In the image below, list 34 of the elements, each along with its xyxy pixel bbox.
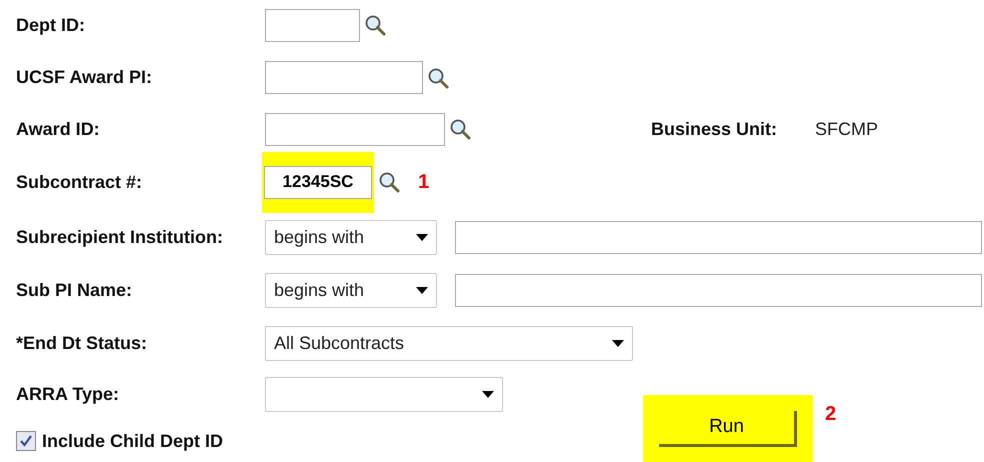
operator-dropdown[interactable]: begins with	[265, 272, 437, 308]
field-label: UCSF Award PI:	[16, 67, 152, 87]
run-button[interactable]: Run	[659, 411, 797, 447]
field-label: Award ID:	[16, 118, 100, 138]
step-number: 1	[418, 170, 430, 195]
caret-icon	[416, 286, 428, 294]
search-icon[interactable]	[364, 14, 386, 36]
field-label: Subcontract #:	[16, 172, 142, 192]
checkbox[interactable]	[16, 431, 36, 451]
field-label: ARRA Type:	[16, 384, 119, 404]
field-label: Dept ID:	[16, 14, 85, 34]
text-field[interactable]	[265, 8, 360, 42]
operator-dropdown[interactable]: begins with	[265, 220, 437, 254]
field-value: SFCMP	[815, 118, 878, 140]
dropdown[interactable]: All Subcontracts	[265, 326, 633, 360]
check-icon	[19, 434, 33, 448]
caret-icon	[416, 234, 428, 240]
text-field[interactable]	[265, 61, 423, 94]
caret-icon	[482, 390, 494, 398]
dropdown[interactable]	[265, 376, 503, 412]
search-icon[interactable]	[427, 66, 449, 88]
checkbox-label: Include Child Dept ID	[42, 430, 224, 453]
caret-icon	[612, 340, 624, 346]
field-label: Subrecipient Institution:	[16, 226, 223, 246]
step-number: 2	[825, 402, 836, 427]
text-field[interactable]	[265, 112, 445, 146]
text-field[interactable]: 12345SC	[264, 166, 372, 198]
field-label: Sub PI Name:	[16, 280, 132, 300]
text-field[interactable]	[455, 220, 982, 254]
field-label: *End Dt Status:	[16, 332, 148, 352]
field-label: Business Unit:	[651, 118, 778, 140]
text-field[interactable]	[455, 274, 982, 306]
search-icon[interactable]	[378, 171, 400, 193]
search-icon[interactable]	[449, 118, 471, 140]
